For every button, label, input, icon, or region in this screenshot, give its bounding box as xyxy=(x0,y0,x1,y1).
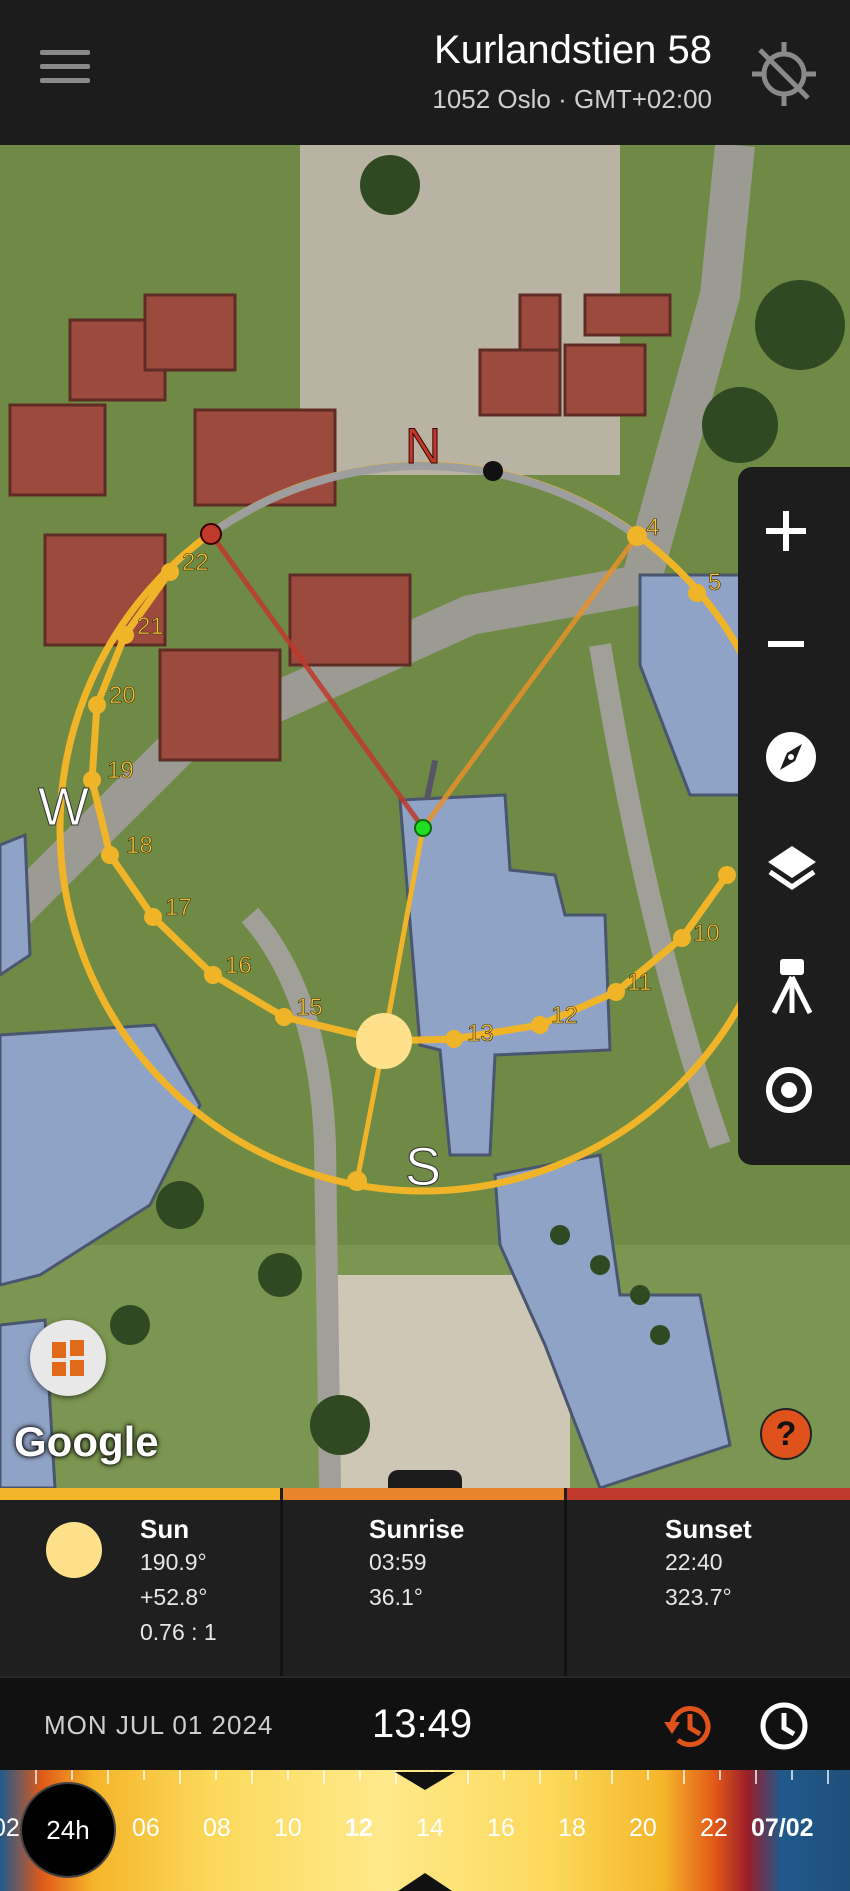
timeline-label: 06 xyxy=(132,1814,160,1842)
timeline-label: 10 xyxy=(274,1814,302,1842)
help-icon[interactable]: ? xyxy=(760,1408,812,1460)
hour-label: 22 xyxy=(182,549,209,576)
tripod-camera-icon[interactable] xyxy=(764,955,824,1015)
sunset-azimuth: 323.7° xyxy=(665,1584,732,1610)
timeline-label: 08 xyxy=(203,1814,231,1842)
target-icon[interactable] xyxy=(764,1065,824,1125)
photo-spot-icon[interactable] xyxy=(30,1320,106,1396)
compass-west: W xyxy=(38,777,89,837)
timeline-label: 12 xyxy=(345,1814,373,1842)
hour-label: 11 xyxy=(627,969,652,996)
time-pointer xyxy=(395,1772,455,1790)
24h-mode-button[interactable]: 24h xyxy=(20,1782,116,1878)
timeline-label: 20 xyxy=(629,1814,657,1842)
sun-icon xyxy=(46,1522,102,1578)
timeline-label: 18 xyxy=(558,1814,586,1842)
gps-off-icon[interactable] xyxy=(748,38,820,110)
compass-north: N xyxy=(405,418,441,474)
timeline-label: 02 xyxy=(0,1814,20,1842)
sun-color-bar xyxy=(0,1488,280,1500)
sun-info-panel: Sun 190.9° +52.8° 0.76 : 1 Sunrise 03:59… xyxy=(0,1488,850,1676)
sunrise-azimuth: 36.1° xyxy=(369,1584,423,1610)
sunrise-title: Sunrise xyxy=(369,1514,465,1544)
hour-label: 18 xyxy=(126,832,153,859)
history-icon[interactable] xyxy=(660,1698,716,1754)
sunset-column[interactable]: Sunset 22:40 323.7° xyxy=(567,1500,850,1676)
hour-label: 13 xyxy=(467,1020,494,1047)
hour-label: 10 xyxy=(693,920,720,947)
clock-icon[interactable] xyxy=(756,1698,812,1754)
google-attribution: Google xyxy=(14,1418,159,1465)
timeline-label: 16 xyxy=(487,1814,515,1842)
location-subtitle: 1052 Oslo · GMT+02:00 xyxy=(432,84,712,114)
sunset-color-bar xyxy=(567,1488,850,1500)
menu-icon[interactable] xyxy=(40,50,90,90)
satellite-map[interactable]: N S W 4 5 10 11 12 13 15 16 17 18 19 20 … xyxy=(0,145,850,1488)
location-title[interactable]: Kurlandstien 58 xyxy=(434,28,712,73)
hour-label: 16 xyxy=(225,952,252,979)
panel-drag-handle[interactable] xyxy=(388,1470,462,1488)
timeline-label: 14 xyxy=(416,1814,444,1842)
hour-label: 19 xyxy=(107,757,134,784)
hour-label: 17 xyxy=(165,894,192,921)
timeline-label: 07/02 xyxy=(751,1814,814,1842)
sun-title: Sun xyxy=(140,1514,190,1544)
hour-label: 5 xyxy=(708,569,721,596)
time-label[interactable]: 13:49 xyxy=(372,1702,472,1747)
hour-label: 15 xyxy=(296,994,323,1021)
hour-label: 20 xyxy=(109,682,136,709)
sunrise-color-bar xyxy=(283,1488,564,1500)
map-toolbar xyxy=(738,467,850,1165)
zoom-in-icon[interactable] xyxy=(764,509,824,569)
sun-column[interactable]: Sun 190.9° +52.8° 0.76 : 1 xyxy=(0,1500,280,1676)
sun-azimuth: 190.9° xyxy=(140,1549,207,1575)
compass-south: S xyxy=(405,1137,441,1197)
compass-icon[interactable] xyxy=(764,730,824,790)
sunset-title: Sunset xyxy=(665,1514,752,1544)
sunrise-column[interactable]: Sunrise 03:59 36.1° xyxy=(283,1500,564,1676)
sunset-time: 22:40 xyxy=(665,1549,723,1575)
sun-elevation: +52.8° xyxy=(140,1584,208,1610)
date-label[interactable]: MON JUL 01 2024 xyxy=(44,1710,273,1741)
hour-label: 4 xyxy=(646,514,659,541)
timeline-label: 22 xyxy=(700,1814,728,1842)
datetime-bar: MON JUL 01 2024 13:49 xyxy=(0,1676,850,1790)
zoom-out-icon[interactable] xyxy=(764,622,824,682)
sunrise-time: 03:59 xyxy=(369,1549,427,1575)
sun-shadow-ratio: 0.76 : 1 xyxy=(140,1619,217,1645)
hour-label: 12 xyxy=(551,1002,578,1029)
top-bar: Kurlandstien 58 1052 Oslo · GMT+02:00 xyxy=(0,0,850,145)
layers-icon[interactable] xyxy=(764,842,824,902)
hour-label: 21 xyxy=(137,613,164,640)
